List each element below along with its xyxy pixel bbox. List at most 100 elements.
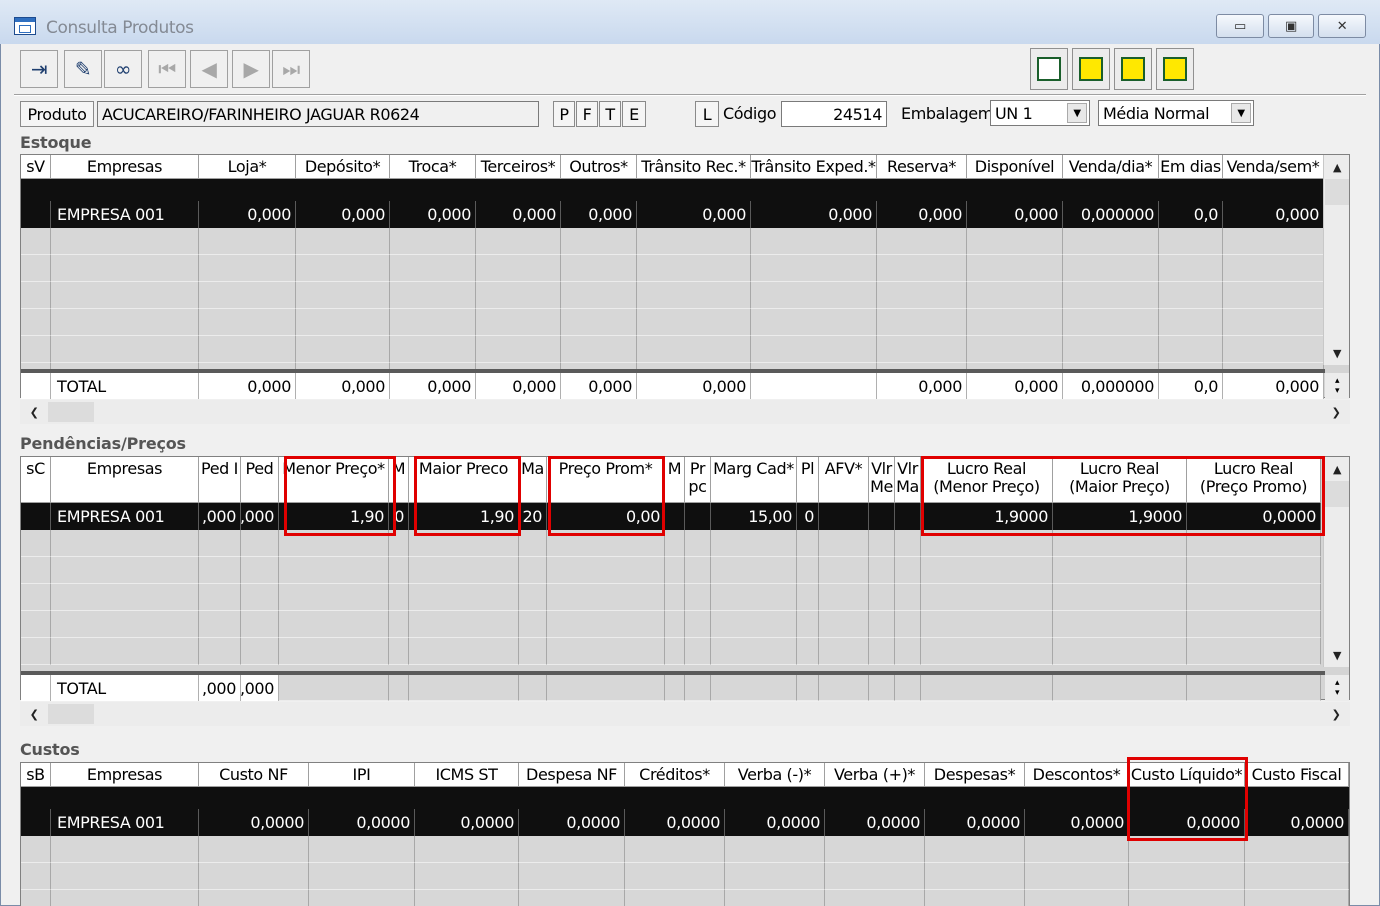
maximize-button[interactable]: ▣ (1268, 14, 1314, 38)
table-cell[interactable]: 0,000 (390, 201, 476, 228)
table-cell[interactable] (797, 638, 819, 665)
table-cell[interactable]: EMPRESA 001 (51, 503, 199, 530)
estoque-grid[interactable]: sV Empresas Loja* Depósito* Troca* Terceiros*… (20, 154, 1350, 399)
table-cell[interactable]: 1,90 (279, 503, 389, 530)
table-cell[interactable]: 0,000000 (1063, 201, 1159, 228)
table-cell[interactable]: 0,0000 (1245, 809, 1349, 836)
table-cell[interactable] (1223, 309, 1324, 336)
vscroll-thumb[interactable] (1325, 179, 1349, 205)
table-cell[interactable] (1053, 584, 1187, 611)
table-cell[interactable] (519, 530, 547, 557)
table-cell[interactable] (199, 557, 241, 584)
table-cell[interactable] (199, 836, 309, 863)
column-header-venda-sem[interactable]: Venda/sem* (1223, 155, 1324, 179)
table-cell[interactable] (637, 228, 751, 255)
table-cell[interactable] (1159, 255, 1223, 282)
table-cell[interactable] (665, 638, 685, 665)
scroll-up-icon[interactable]: ▲ (1325, 157, 1349, 177)
chevron-right-icon[interactable]: ❯ (1324, 402, 1348, 422)
column-header-disponivel[interactable]: Disponível (967, 155, 1063, 179)
table-cell[interactable] (751, 336, 877, 363)
table-cell[interactable]: 0,0000 (199, 809, 309, 836)
column-header-verba[interactable]: Verba (+)* (825, 763, 925, 787)
table-cell[interactable] (51, 836, 199, 863)
table-cell[interactable] (296, 336, 390, 363)
table-cell[interactable]: 0,00 (547, 503, 665, 530)
table-cell[interactable]: 0,0000 (1025, 809, 1129, 836)
table-cell[interactable] (389, 611, 409, 638)
pendencias-grid[interactable]: sC Empresas Ped I Ped Menor Preço* M Maior Pre… (20, 456, 1350, 701)
codigo-field[interactable]: 24514 (781, 101, 887, 127)
first-record-button[interactable]: ⏮ (148, 50, 186, 88)
table-cell[interactable] (925, 890, 1025, 906)
search-button[interactable]: ∞ (104, 50, 142, 88)
table-cell[interactable] (711, 584, 797, 611)
table-cell[interactable] (895, 503, 921, 530)
table-cell[interactable] (665, 530, 685, 557)
table-cell[interactable] (877, 255, 967, 282)
table-cell[interactable] (1159, 228, 1223, 255)
column-header-afv[interactable]: AFV* (819, 457, 869, 503)
table-cell[interactable] (869, 530, 895, 557)
table-cell[interactable] (199, 309, 296, 336)
row-indicator[interactable] (21, 836, 51, 863)
vertical-scrollbar[interactable]: ▲ ▼ (1323, 457, 1349, 667)
table-cell[interactable]: ,000 (241, 503, 279, 530)
column-header-lucro-real-menor-preco[interactable]: Lucro Real (Menor Preço) (921, 457, 1053, 503)
table-cell[interactable] (390, 309, 476, 336)
table-cell[interactable] (476, 309, 561, 336)
table-cell[interactable] (625, 836, 725, 863)
table-cell[interactable] (1187, 638, 1321, 665)
table-cell[interactable] (665, 557, 685, 584)
table-cell[interactable] (797, 557, 819, 584)
table-cell[interactable] (51, 228, 199, 255)
column-header-pl[interactable]: Pl (797, 457, 819, 503)
table-cell[interactable] (199, 336, 296, 363)
table-cell[interactable] (389, 638, 409, 665)
column-header-ped[interactable]: Ped (241, 457, 279, 503)
clear-button[interactable]: ✎ (64, 50, 102, 88)
table-cell[interactable] (199, 611, 241, 638)
table-cell[interactable] (1159, 336, 1223, 363)
table-cell[interactable] (967, 309, 1063, 336)
table-cell[interactable] (625, 890, 725, 906)
column-header-pr-pc[interactable]: Pr pc (685, 457, 711, 503)
table-cell[interactable] (561, 309, 637, 336)
table-cell[interactable] (199, 282, 296, 309)
table-cell[interactable] (409, 638, 519, 665)
table-cell[interactable]: 0 (797, 503, 819, 530)
table-cell[interactable] (296, 309, 390, 336)
table-cell[interactable]: 0,000 (199, 201, 296, 228)
table-cell[interactable]: 0,000 (967, 201, 1063, 228)
hscroll-thumb[interactable] (48, 402, 94, 422)
table-cell[interactable]: 0,0000 (925, 809, 1025, 836)
column-header-empresas[interactable]: Empresas (51, 763, 199, 787)
table-cell[interactable] (711, 557, 797, 584)
table-cell[interactable] (309, 890, 415, 906)
table-cell[interactable]: 0,0000 (309, 809, 415, 836)
column-header-creditos[interactable]: Créditos* (625, 763, 725, 787)
row-indicator[interactable] (21, 638, 51, 665)
table-cell[interactable] (547, 611, 665, 638)
column-header-lucro-real-preco-promo[interactable]: Lucro Real (Preço Promo) (1187, 457, 1321, 503)
table-cell[interactable] (1063, 309, 1159, 336)
flag-e-button[interactable]: E (622, 101, 646, 127)
table-cell[interactable] (296, 282, 390, 309)
column-header-loja[interactable]: Loja* (199, 155, 296, 179)
table-cell[interactable] (819, 503, 869, 530)
chevron-right-icon[interactable]: ❯ (1324, 704, 1348, 724)
table-cell[interactable] (967, 228, 1063, 255)
table-cell[interactable]: EMPRESA 001 (51, 809, 199, 836)
table-cell[interactable] (199, 228, 296, 255)
table-cell[interactable] (1053, 638, 1187, 665)
table-cell[interactable]: 0,000 (561, 201, 637, 228)
scroll-down-icon[interactable]: ▼ (1325, 645, 1349, 665)
row-indicator[interactable] (21, 309, 51, 336)
table-cell[interactable]: 20 (519, 503, 547, 530)
table-cell[interactable] (819, 530, 869, 557)
prev-record-button[interactable]: ◀ (190, 50, 228, 88)
flag-f-button[interactable]: F (576, 101, 598, 127)
table-cell[interactable] (547, 530, 665, 557)
table-cell[interactable] (1187, 557, 1321, 584)
table-cell[interactable] (390, 336, 476, 363)
